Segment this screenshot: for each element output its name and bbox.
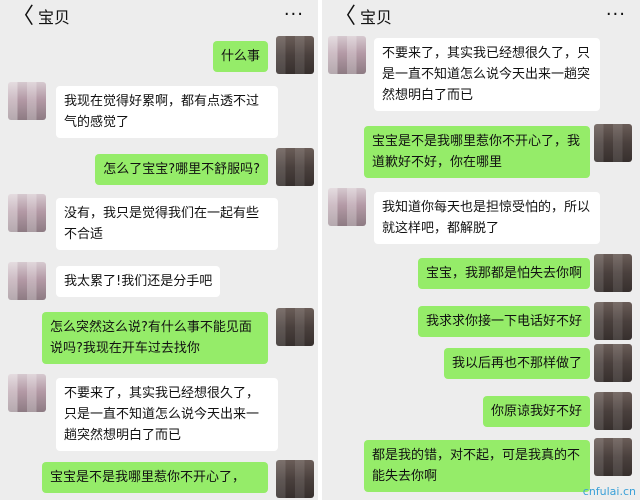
- my-avatar[interactable]: [594, 392, 632, 430]
- message-bubble-outgoing: 怎么突然这么说?有什么事不能见面说吗?我现在开车过去找你: [42, 312, 268, 364]
- message-bubble-incoming: 不要来了，其实我已经想很久了，只是一直不知道怎么说今天出来一趟突然想明白了而已: [56, 378, 278, 451]
- my-avatar[interactable]: [594, 302, 632, 340]
- message-bubble-outgoing: 宝宝是不是我哪里惹你不开心了，: [42, 462, 268, 493]
- message-bubble-incoming: 我现在觉得好累啊，都有点透不过气的感觉了: [56, 86, 278, 138]
- my-avatar[interactable]: [276, 36, 314, 74]
- my-avatar[interactable]: [276, 308, 314, 346]
- message-bubble-outgoing: 我求求你接一下电话好不好: [417, 306, 590, 337]
- my-avatar[interactable]: [594, 438, 632, 476]
- friend-avatar[interactable]: [8, 374, 46, 412]
- message-bubble-outgoing: 宝宝，我那都是怕失去你啊: [417, 258, 590, 289]
- chevron-left-icon[interactable]: 〈: [12, 5, 34, 29]
- my-avatar[interactable]: [594, 254, 632, 292]
- my-avatar[interactable]: [276, 148, 314, 186]
- chevron-left-icon[interactable]: 〈: [334, 5, 356, 29]
- left-chat-screenshot: 〈 宝贝 ··· 什么事 我现在觉得好累啊，都有点透不过气的感觉了 怎么了宝宝?…: [0, 0, 318, 500]
- message-bubble-outgoing: 宝宝是不是我哪里惹你不开心了，我道歉好不好，你在哪里: [364, 126, 590, 178]
- my-avatar[interactable]: [594, 344, 632, 382]
- message-bubble-incoming: 我知道你每天也是担惊受怕的，所以就这样吧，都解脱了: [374, 192, 600, 244]
- chat-header: 〈 宝贝 ···: [322, 0, 640, 35]
- watermark: cnfulai.cn: [582, 485, 636, 498]
- message-bubble-outgoing: 都是我的错，对不起，可是我真的不能失去你啊: [364, 440, 590, 492]
- more-dots-icon[interactable]: ···: [284, 3, 304, 27]
- message-bubble-outgoing: 我以后再也不那样做了: [443, 348, 590, 379]
- my-avatar[interactable]: [276, 460, 314, 498]
- message-bubble-incoming: 没有，我只是觉得我们在一起有些不合适: [56, 198, 278, 250]
- message-bubble-outgoing: 你原谅我好不好: [482, 396, 590, 427]
- message-bubble-outgoing: 什么事: [212, 41, 268, 72]
- message-bubble-outgoing: 怎么了宝宝?哪里不舒服吗?: [95, 154, 268, 185]
- right-chat-screenshot: 〈 宝贝 ··· 不要来了，其实我已经想很久了，只是一直不知道怎么说今天出来一趟…: [322, 0, 640, 500]
- chat-title: 宝贝: [38, 8, 71, 27]
- message-bubble-incoming: 我太累了!我们还是分手吧: [56, 266, 221, 297]
- chat-title: 宝贝: [360, 8, 393, 27]
- more-dots-icon[interactable]: ···: [606, 3, 626, 27]
- friend-avatar[interactable]: [8, 82, 46, 120]
- my-avatar[interactable]: [594, 124, 632, 162]
- friend-avatar[interactable]: [8, 194, 46, 232]
- message-bubble-incoming: 不要来了，其实我已经想很久了，只是一直不知道怎么说今天出来一趟突然想明白了而已: [374, 38, 600, 111]
- friend-avatar[interactable]: [8, 262, 46, 300]
- friend-avatar[interactable]: [328, 36, 366, 74]
- friend-avatar[interactable]: [328, 188, 366, 226]
- chat-header: 〈 宝贝 ···: [0, 0, 318, 35]
